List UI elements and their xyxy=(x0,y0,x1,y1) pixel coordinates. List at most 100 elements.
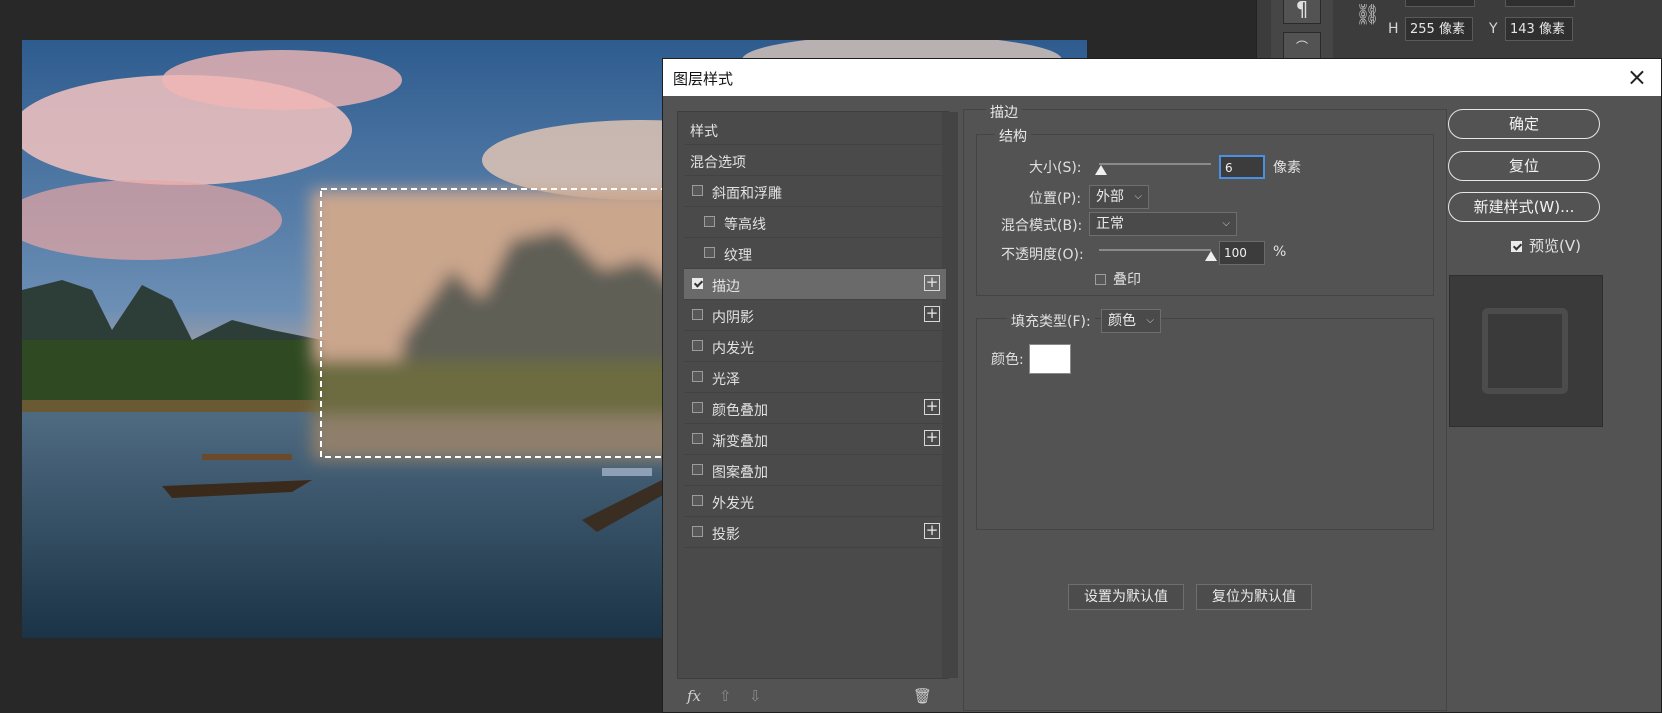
height-label: H xyxy=(1388,21,1399,37)
style-item-checkbox[interactable] xyxy=(704,247,715,258)
style-item[interactable]: 等高线 xyxy=(684,207,946,238)
structure-title: 结构 xyxy=(995,126,1031,146)
paragraph-icon[interactable]: ¶ xyxy=(1283,0,1321,24)
style-item-label: 外发光 xyxy=(712,496,754,512)
style-item[interactable]: 混合选项 xyxy=(684,145,946,176)
style-item[interactable]: 样式 xyxy=(684,114,946,145)
style-item-label: 内阴影 xyxy=(712,310,754,326)
opacity-input[interactable]: 100 xyxy=(1219,241,1265,265)
style-item[interactable]: 颜色叠加 + xyxy=(684,393,946,424)
stroke-settings: 描边 结构 大小(S): 6 像素 位置(P): 外部 ⌵ 混合模式(B): 正常… xyxy=(963,102,1447,711)
y-field[interactable]: 143 像素 xyxy=(1505,17,1573,41)
reset-default-button[interactable]: 复位为默认值 xyxy=(1196,584,1312,610)
x-field[interactable] xyxy=(1505,0,1575,7)
color-swatch[interactable] xyxy=(1029,344,1071,374)
opacity-slider-thumb[interactable] xyxy=(1205,251,1217,261)
style-item[interactable]: 图案叠加 xyxy=(684,455,946,486)
structure-group: 结构 大小(S): 6 像素 位置(P): 外部 ⌵ 混合模式(B): 正常 ⌵ 不… xyxy=(976,126,1434,296)
style-item[interactable]: 投影 + xyxy=(684,517,946,548)
trash-icon[interactable]: 🗑 xyxy=(913,687,932,705)
link-icon[interactable]: ⛓ xyxy=(1355,2,1380,26)
style-item-checkbox[interactable] xyxy=(692,309,703,320)
fx-icon[interactable]: fx xyxy=(687,687,701,705)
style-item[interactable]: 渐变叠加 + xyxy=(684,424,946,455)
y-label: Y xyxy=(1489,21,1498,37)
add-effect-icon[interactable]: + xyxy=(924,523,940,539)
style-item-checkbox[interactable] xyxy=(692,371,703,382)
style-item[interactable]: 内阴影 + xyxy=(684,300,946,331)
style-item-checkbox[interactable] xyxy=(692,278,703,289)
style-item-label: 光泽 xyxy=(712,372,740,388)
color-label: 颜色: xyxy=(991,352,1024,368)
size-slider-thumb[interactable] xyxy=(1095,165,1107,175)
new-style-button[interactable]: 新建样式(W)... xyxy=(1448,192,1600,222)
preview-checkbox[interactable] xyxy=(1511,241,1522,252)
height-field[interactable]: 255 像素 xyxy=(1405,17,1473,41)
fill-type-value: 颜色 xyxy=(1108,313,1136,329)
fill-type-label: 填充类型(F): xyxy=(1007,311,1095,331)
style-item[interactable]: 描边 + xyxy=(684,269,946,300)
style-list: 样式混合选项斜面和浮雕等高线纹理描边 + 内阴影 + 内发光光泽颜色叠加 + 渐变叠加 + 图案… xyxy=(677,111,958,679)
add-effect-icon[interactable]: + xyxy=(924,275,940,291)
style-item-label: 图案叠加 xyxy=(712,465,768,481)
arrow-up-icon[interactable]: ⇧ xyxy=(719,687,732,705)
opacity-label: 不透明度(O): xyxy=(1001,247,1084,263)
size-label: 大小(S): xyxy=(1029,160,1082,176)
style-item-checkbox[interactable] xyxy=(692,526,703,537)
style-item-label: 样式 xyxy=(690,124,718,140)
preview-label: 预览(V) xyxy=(1529,237,1581,255)
style-item[interactable]: 光泽 xyxy=(684,362,946,393)
style-item-checkbox[interactable] xyxy=(692,340,703,351)
style-item[interactable]: 外发光 xyxy=(684,486,946,517)
style-item-checkbox[interactable] xyxy=(692,185,703,196)
position-select[interactable]: 外部 ⌵ xyxy=(1089,185,1149,209)
style-item-label: 投影 xyxy=(712,527,740,543)
style-item-label: 混合选项 xyxy=(690,155,746,171)
position-value: 外部 xyxy=(1096,189,1124,205)
preview-thumbnail xyxy=(1482,308,1568,394)
panel-tool-strip: ¶ ⌒ xyxy=(1271,0,1333,62)
arrow-down-icon[interactable]: ⇩ xyxy=(749,687,762,705)
opacity-slider[interactable] xyxy=(1099,249,1211,251)
chevron-down-icon: ⌵ xyxy=(1146,315,1154,326)
layer-style-dialog: 图层样式 × 样式 混合选项 斜面和浮雕 等高线 纹理 描边 + 内阴影 + 内发光 光泽 颜色叠加 +… xyxy=(662,58,1662,713)
close-icon[interactable]: × xyxy=(1627,63,1647,91)
style-item[interactable]: 内发光 xyxy=(684,331,946,362)
size-slider[interactable] xyxy=(1099,163,1211,165)
style-item[interactable]: 斜面和浮雕 xyxy=(684,176,946,207)
style-preview xyxy=(1449,275,1603,427)
blend-mode-label: 混合模式(B): xyxy=(1001,218,1083,234)
stroke-section-title: 描边 xyxy=(986,102,1022,122)
chevron-down-icon: ⌵ xyxy=(1222,218,1230,229)
style-item-checkbox[interactable] xyxy=(704,216,715,227)
dialog-titlebar[interactable]: 图层样式 × xyxy=(663,59,1661,96)
style-item-label: 纹理 xyxy=(724,248,752,264)
fill-group: 填充类型(F): 颜色 ⌵ 颜色: xyxy=(976,309,1434,530)
overprint-label: 叠印 xyxy=(1113,272,1141,288)
style-item-checkbox[interactable] xyxy=(692,402,703,413)
add-effect-icon[interactable]: + xyxy=(924,306,940,322)
overprint-checkbox[interactable] xyxy=(1095,274,1106,285)
style-list-footer: fx ⇧ ⇩ 🗑 xyxy=(677,683,947,711)
add-effect-icon[interactable]: + xyxy=(924,399,940,415)
style-item-label: 斜面和浮雕 xyxy=(712,186,782,202)
blend-mode-select[interactable]: 正常 ⌵ xyxy=(1089,212,1237,236)
style-item[interactable]: 纹理 xyxy=(684,238,946,269)
width-field[interactable] xyxy=(1405,0,1475,7)
style-item-label: 渐变叠加 xyxy=(712,434,768,450)
opacity-unit: % xyxy=(1273,244,1287,260)
position-label: 位置(P): xyxy=(1029,191,1082,207)
fill-type-select[interactable]: 颜色 ⌵ xyxy=(1101,309,1161,333)
style-item-label: 等高线 xyxy=(724,217,766,233)
ok-button[interactable]: 确定 xyxy=(1448,109,1600,139)
chevron-down-icon: ⌵ xyxy=(1134,191,1142,202)
dialog-title: 图层样式 xyxy=(673,70,734,88)
size-input[interactable]: 6 xyxy=(1219,155,1265,179)
add-effect-icon[interactable]: + xyxy=(924,430,940,446)
style-item-checkbox[interactable] xyxy=(692,433,703,444)
style-item-checkbox[interactable] xyxy=(692,495,703,506)
reset-button[interactable]: 复位 xyxy=(1448,151,1600,181)
set-default-button[interactable]: 设置为默认值 xyxy=(1068,584,1184,610)
style-item-label: 颜色叠加 xyxy=(712,403,768,419)
style-item-checkbox[interactable] xyxy=(692,464,703,475)
